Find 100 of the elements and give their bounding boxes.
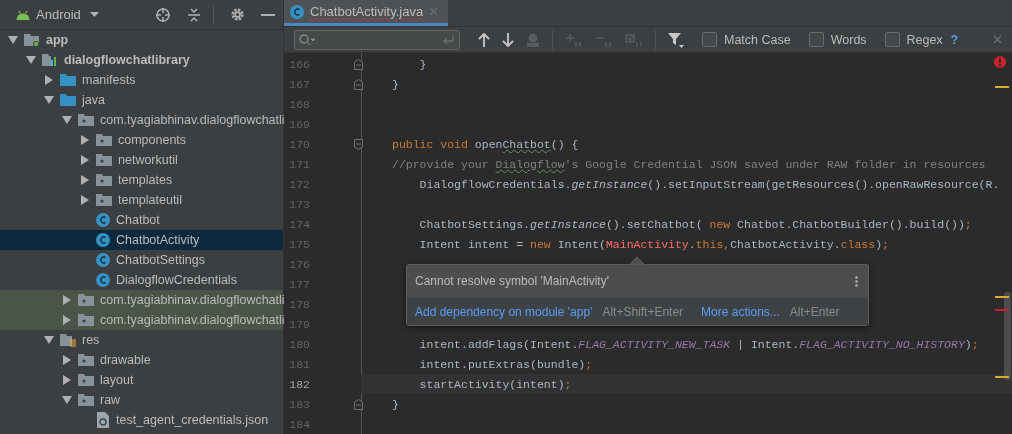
search-icon: [299, 33, 315, 46]
line-number: 173: [288, 197, 310, 211]
package-icon: [78, 353, 94, 367]
code-line: startActivity(intent);: [418, 377, 572, 391]
tree-item[interactable]: com.tyagiabhinav.dialogflowchatli: [0, 290, 283, 310]
code-line: }: [418, 57, 427, 71]
module-folder-icon: [24, 33, 40, 47]
checkbox-label[interactable]: Regex: [906, 32, 943, 47]
tree-item[interactable]: raw: [0, 390, 283, 410]
error-marker[interactable]: [995, 309, 1009, 311]
tree-item[interactable]: manifests: [0, 70, 283, 90]
settings-icon[interactable]: [230, 7, 245, 22]
tree-item[interactable]: DialogflowCredentials: [0, 270, 283, 290]
expand-arrow-icon[interactable]: [62, 395, 72, 405]
expand-arrow-icon[interactable]: [44, 75, 54, 85]
scrollbar-thumb[interactable]: [1004, 292, 1011, 380]
error-icon: [994, 56, 1006, 68]
warning-marker[interactable]: [995, 86, 1009, 88]
line-number: 171: [288, 157, 310, 171]
library-folder-icon: [42, 53, 58, 67]
filter-icon[interactable]: [668, 31, 684, 48]
checkbox[interactable]: [884, 32, 900, 48]
checkbox[interactable]: [702, 32, 717, 48]
code-line: public void openChatbot() {: [392, 137, 579, 151]
resource-folder-icon: [60, 333, 76, 347]
line-number: 178: [288, 297, 310, 311]
tree-item[interactable]: com.tyagiabhinav.dialogflowchatli: [0, 310, 283, 330]
expand-arrow-icon[interactable]: [26, 55, 36, 65]
quick-fix-link[interactable]: Add dependency on module 'app': [415, 304, 593, 319]
fold-marker-icon[interactable]: [354, 78, 363, 90]
tree-item[interactable]: com.tyagiabhinav.dialogflowchatli: [0, 110, 283, 130]
search-field[interactable]: [294, 29, 460, 50]
expand-arrow-icon[interactable]: [8, 35, 18, 45]
line-number: 182: [288, 377, 310, 391]
code-line: }: [392, 77, 399, 91]
expand-arrow-icon[interactable]: [80, 195, 90, 205]
tree-item[interactable]: drawable: [0, 350, 283, 370]
line-number: 176: [288, 257, 310, 271]
expand-arrow-icon[interactable]: [44, 335, 54, 345]
warning-marker[interactable]: [995, 376, 1009, 378]
help-link[interactable]: ?: [950, 32, 959, 47]
code-line: DialogflowCredentials.getInstance().setInputStream(getResources().openRawResource(R.: [418, 177, 1000, 191]
crosshair-icon[interactable]: [155, 6, 171, 23]
tree-item[interactable]: app: [0, 30, 283, 50]
code-line: intent.putExtras(bundle);: [418, 357, 593, 371]
code-line: intent.addFlags(Intent.FLAG_ACTIVITY_NEW_TASK | Intent.FLAG_ACTIVITY_NO_HISTORY);: [418, 337, 979, 351]
line-number: 169: [288, 117, 310, 131]
package-icon: [96, 133, 112, 147]
fold-marker-icon[interactable]: [354, 138, 363, 150]
code-line: Intent intent = new Intent(MainActivity.this,ChatbotActivity.class);: [418, 237, 889, 251]
line-number: 183: [288, 397, 310, 411]
tree-item[interactable]: java: [0, 90, 283, 110]
up-arrow-icon[interactable]: [478, 32, 490, 47]
tree-item[interactable]: test_agent_credentials.json: [0, 410, 283, 430]
down-arrow-icon[interactable]: [502, 32, 514, 47]
fold-marker-icon[interactable]: [354, 58, 363, 70]
class-icon: [96, 233, 110, 247]
tree-item[interactable]: ChatbotSettings: [0, 250, 283, 270]
expand-arrow-icon[interactable]: [80, 155, 90, 165]
expand-arrow-icon[interactable]: [44, 95, 54, 105]
expand-arrow-icon[interactable]: [62, 315, 72, 325]
expand-arrow-icon[interactable]: [62, 375, 72, 385]
expand-arrow-icon[interactable]: [62, 115, 72, 125]
file-tab[interactable]: ChatbotActivity.java: [284, 0, 449, 27]
expand-arrow-icon[interactable]: [62, 295, 72, 305]
line-number: 179: [288, 317, 310, 331]
tree-item[interactable]: ChatbotActivity: [0, 230, 283, 250]
folder-icon: [60, 93, 76, 107]
collapse-icon[interactable]: [187, 6, 201, 23]
expand-arrow-icon[interactable]: [62, 355, 72, 365]
checkbox[interactable]: [808, 32, 824, 48]
tree-item[interactable]: networkutil: [0, 150, 283, 170]
code-line: }: [392, 397, 399, 411]
error-message: Cannot resolve symbol 'MainActivity': [415, 274, 609, 288]
checkbox-label[interactable]: Words: [830, 32, 867, 47]
tree-item[interactable]: layout: [0, 370, 283, 390]
tree-item[interactable]: dialogflowchatlibrary: [0, 50, 283, 70]
line-number: 174: [288, 217, 310, 231]
package-icon: [78, 113, 94, 127]
enter-icon: [441, 33, 455, 46]
warning-marker[interactable]: [995, 296, 1009, 298]
package-icon: [78, 313, 94, 327]
folder-icon: [60, 73, 76, 87]
tree-item[interactable]: templates: [0, 170, 283, 190]
view-dropdown[interactable]: Android: [36, 7, 99, 22]
checkbox-label[interactable]: Match Case: [724, 32, 791, 47]
quick-fix-link[interactable]: More actions...: [701, 304, 780, 319]
tree-item[interactable]: res: [0, 330, 283, 350]
close-icon[interactable]: [993, 35, 1002, 45]
tree-item[interactable]: Chatbot: [0, 210, 283, 230]
expand-arrow-icon[interactable]: [80, 135, 90, 145]
class-icon: [290, 4, 304, 19]
expand-arrow-icon[interactable]: [80, 175, 90, 185]
fold-marker-icon[interactable]: [354, 398, 363, 410]
more-icon[interactable]: [855, 275, 858, 287]
tree-item[interactable]: components: [0, 130, 283, 150]
line-number: 177: [288, 277, 310, 291]
line-number: 184: [288, 417, 310, 431]
android-icon: [16, 9, 30, 20]
tree-item[interactable]: templateutil: [0, 190, 283, 210]
